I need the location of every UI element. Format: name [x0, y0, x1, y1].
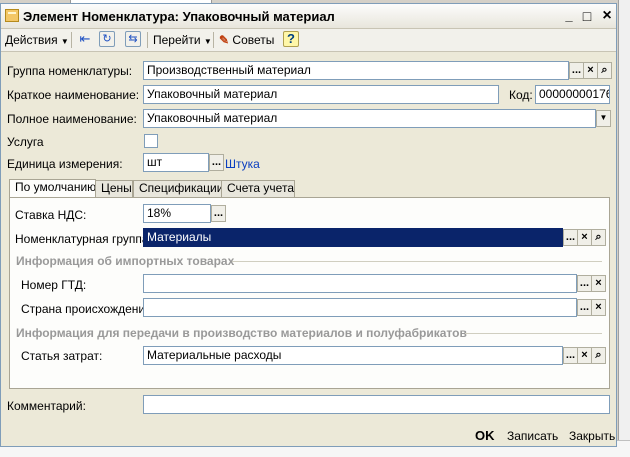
copy-icon[interactable]: ⇆ [125, 31, 141, 47]
short-name-field[interactable]: Упаковочный материал [143, 85, 499, 104]
cost-label: Статья затрат: [21, 349, 103, 363]
toolbar-separator [71, 32, 72, 48]
gtd-field[interactable] [143, 274, 577, 293]
service-label: Услуга [7, 135, 44, 149]
unit-full-name-link[interactable]: Штука [225, 157, 260, 171]
unit-label: Единица измерения: [7, 157, 123, 171]
comment-label: Комментарий: [7, 399, 86, 413]
close-window-button[interactable]: × [599, 8, 615, 24]
group-field[interactable]: Производственный материал [143, 61, 569, 80]
tips-label: Советы [232, 33, 275, 47]
toolbar-separator [147, 32, 148, 48]
group-label: Группа номенклатуры: [7, 64, 133, 78]
tab-specifications[interactable]: Спецификации [133, 180, 223, 197]
tab-default[interactable]: По умолчанию [9, 179, 96, 198]
cost-search-icon[interactable]: ⌕ [591, 347, 606, 364]
code-field[interactable]: 00000000176 [535, 85, 610, 104]
catalog-icon [5, 9, 19, 22]
cost-select-button[interactable]: ... [563, 347, 578, 364]
actions-menu[interactable]: Действия ▼ [5, 32, 69, 48]
import-section-title: Информация об импортных товарах [16, 254, 235, 268]
vat-label: Ставка НДС: [15, 208, 87, 222]
short-name-label: Краткое наименование: [7, 88, 140, 102]
chevron-down-icon: ▼ [60, 37, 69, 46]
tab-panel-default: Ставка НДС: 18% ... Номенклатурная групп… [9, 197, 610, 389]
gtd-clear-icon[interactable]: × [591, 275, 606, 292]
tab-accounts[interactable]: Счета учета [221, 180, 295, 197]
country-field[interactable] [143, 298, 577, 317]
service-checkbox[interactable] [144, 134, 158, 148]
tips-icon: ✎ [219, 33, 230, 47]
toolbar-separator [213, 32, 214, 48]
tips-button[interactable]: ✎ Советы [219, 32, 274, 48]
section-divider [232, 261, 602, 262]
nom-group-search-icon[interactable]: ⌕ [591, 229, 606, 246]
background-window-edge [618, 0, 630, 456]
country-clear-icon[interactable]: × [591, 299, 606, 316]
unit-field[interactable]: шт [143, 153, 209, 172]
button-bar: OK Записать Закрыть [1, 424, 616, 446]
group-select-button[interactable]: ... [569, 62, 584, 79]
title-bar: Элемент Номенклатура: Упаковочный матери… [1, 4, 616, 29]
actions-label: Действия [5, 33, 58, 47]
minimize-button[interactable]: _ [561, 8, 577, 24]
group-search-icon[interactable]: ⌕ [597, 62, 612, 79]
goto-menu[interactable]: Перейти ▼ [153, 32, 212, 48]
full-name-field[interactable]: Упаковочный материал [143, 109, 596, 128]
maximize-button[interactable]: □ [579, 8, 595, 24]
country-select-button[interactable]: ... [577, 299, 592, 316]
group-clear-icon[interactable]: × [583, 62, 598, 79]
help-icon[interactable]: ? [283, 31, 299, 47]
nom-group-select-button[interactable]: ... [563, 229, 578, 246]
goto-label: Перейти [153, 33, 201, 47]
full-name-label: Полное наименование: [7, 112, 137, 126]
save-button[interactable]: Записать [507, 428, 558, 444]
gtd-select-button[interactable]: ... [577, 275, 592, 292]
vat-select-button[interactable]: ... [211, 205, 226, 222]
window-title: Элемент Номенклатура: Упаковочный матери… [23, 9, 335, 24]
comment-field[interactable] [143, 395, 610, 414]
close-button[interactable]: Закрыть [569, 428, 615, 444]
unit-select-button[interactable]: ... [209, 154, 224, 171]
save-close-icon[interactable]: ⇤ [77, 31, 93, 47]
cost-field[interactable]: Материальные расходы [143, 346, 563, 365]
cost-clear-icon[interactable]: × [577, 347, 592, 364]
ok-button[interactable]: OK [475, 428, 495, 444]
nom-group-clear-icon[interactable]: × [577, 229, 592, 246]
nom-group-field[interactable]: Материалы [143, 228, 563, 247]
full-name-dropdown-icon[interactable]: ▼ [596, 110, 611, 127]
code-label: Код: [509, 88, 533, 102]
refresh-icon[interactable]: ↻ [99, 31, 115, 47]
vat-field[interactable]: 18% [143, 204, 211, 223]
nom-group-label: Номенклатурная группа: [15, 232, 152, 246]
gtd-label: Номер ГТД: [21, 278, 87, 292]
toolbar: Действия ▼ ⇤ ↻ ⇆ Перейти ▼ ✎ Советы ? [1, 29, 616, 52]
tab-prices[interactable]: Цены [95, 180, 133, 197]
country-label: Страна происхождения: [21, 302, 155, 316]
transfer-section-title: Информация для передачи в производство м… [16, 326, 467, 340]
chevron-down-icon: ▼ [203, 37, 212, 46]
item-form-window: Элемент Номенклатура: Упаковочный матери… [0, 3, 617, 447]
section-divider [465, 333, 602, 334]
